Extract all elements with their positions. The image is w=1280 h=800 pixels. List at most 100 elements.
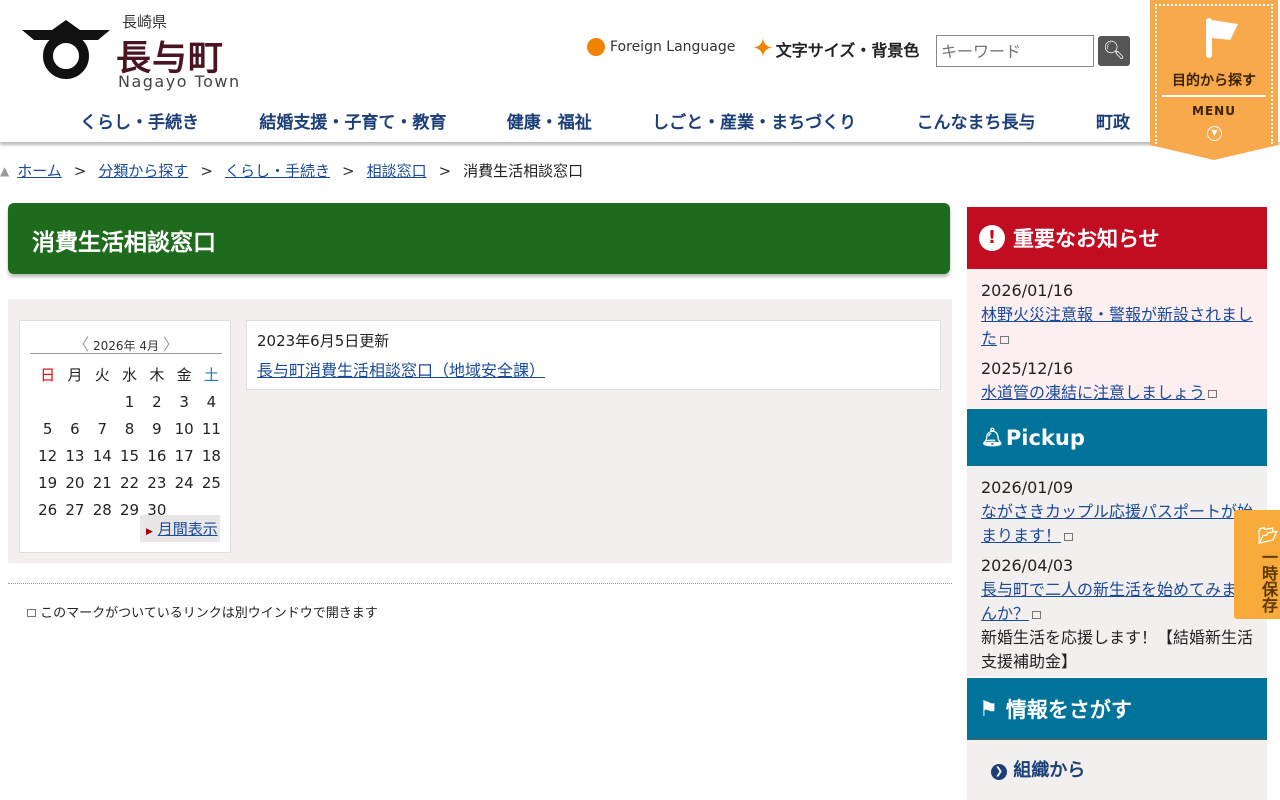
prev-month-button[interactable]: 〈 <box>73 335 89 354</box>
flag-icon <box>1206 18 1212 58</box>
calendar-day[interactable]: 24 <box>170 469 197 496</box>
calendar-day[interactable]: 18 <box>198 442 225 469</box>
find-by-organization-label: 組織から <box>1013 760 1086 781</box>
weekday-header: 月 <box>67 366 83 384</box>
menu-label: MENU <box>1192 104 1236 118</box>
search-button[interactable]: 🔍︎ <box>1098 36 1130 66</box>
calendar-grid: 日月火水木金土 1 2 3 4 5 6 7 8 9 10 11 12 13 14 15 16 17 18 19 20 21… <box>34 361 225 523</box>
calendar-day[interactable]: 26 <box>34 496 61 523</box>
updated-date: 2023年6月5日更新 <box>257 332 390 350</box>
weekday-header: 土 <box>203 366 219 384</box>
calendar-day[interactable]: 21 <box>89 469 116 496</box>
foreign-language-link[interactable]: Foreign Language <box>587 38 735 56</box>
calendar-day[interactable]: 25 <box>198 469 225 496</box>
calendar-day[interactable]: 11 <box>198 415 225 442</box>
external-window-icon <box>27 609 36 617</box>
weekday-header: 木 <box>149 366 165 384</box>
calendar-day[interactable]: 13 <box>61 442 88 469</box>
weekday-header: 水 <box>122 366 138 384</box>
important-header: ! 重要なお知らせ <box>967 207 1267 269</box>
nav-item[interactable]: しごと・産業・まちづくり <box>632 108 876 133</box>
breadcrumb-link[interactable]: くらし・手続き <box>225 160 330 181</box>
notice-date: 2025/12/16 <box>981 359 1074 378</box>
external-window-icon <box>1064 533 1074 541</box>
page-title: 消費生活相談窓口 <box>8 203 950 274</box>
calendar-title: 2026年 4月 <box>93 339 159 353</box>
find-info-section: ⚑ 情報をさがす ❯ 組織から <box>967 678 1267 800</box>
calendar-day[interactable]: 23 <box>143 469 170 496</box>
purpose-menu-button[interactable]: 目的から探す MENU ▼ <box>1150 0 1278 160</box>
calendar-day[interactable]: 28 <box>89 496 116 523</box>
calendar-day[interactable]: 5 <box>34 415 61 442</box>
exclamation-icon: ! <box>979 225 1005 251</box>
next-month-button[interactable]: 〉 <box>163 335 179 354</box>
calendar-day[interactable]: 1 <box>116 388 143 415</box>
calendar-day[interactable]: 9 <box>143 415 170 442</box>
calendar-day[interactable]: 27 <box>61 496 88 523</box>
important-title: 重要なお知らせ <box>1013 227 1160 251</box>
calendar-day[interactable]: 3 <box>170 388 197 415</box>
calendar-day[interactable]: 19 <box>34 469 61 496</box>
nav-item[interactable]: くらし・手続き <box>60 108 219 133</box>
temporary-save-button[interactable]: 📂︎ 一時保存 <box>1234 510 1280 619</box>
font-size-label: 文字サイズ・背景色 <box>775 41 920 60</box>
bell-icon: 🔔︎ <box>981 427 1004 448</box>
calendar-day <box>89 388 116 415</box>
folder-icon: 📂︎ <box>1257 526 1279 545</box>
external-link-note: このマークがついているリンクは別ウインドウで開きます <box>24 602 378 621</box>
breadcrumb-link[interactable]: 分類から探す <box>98 160 188 181</box>
notice-link[interactable]: 林野火災注意報・警報が新設されました <box>981 305 1253 348</box>
calendar: 〈 2026年 4月 〉 日月火水木金土 1 2 3 4 5 6 7 8 9 10 11 12 13 14 1… <box>19 320 231 553</box>
save-tab-label: 一時保存 <box>1259 549 1278 613</box>
chevron-down-icon: ▼ <box>1207 126 1222 141</box>
town-name-en: Nagayo Town <box>118 72 241 91</box>
home-icon: ▲ <box>0 163 10 178</box>
month-view-button[interactable]: ▶ 月間表示 <box>140 515 220 542</box>
pickup-header: 🔔︎ Pickup <box>967 409 1267 466</box>
notice-link[interactable]: 水道管の凍結に注意しましょう <box>981 383 1205 402</box>
calendar-day[interactable]: 15 <box>116 442 143 469</box>
month-view-link[interactable]: 月間表示 <box>158 520 218 538</box>
calendar-day[interactable]: 12 <box>34 442 61 469</box>
calendar-day <box>34 388 61 415</box>
article-link[interactable]: 長与町消費生活相談窓口（地域安全課） <box>257 357 545 381</box>
calendar-day <box>61 388 88 415</box>
breadcrumb-current: 消費生活相談窓口 <box>463 162 584 180</box>
calendar-day[interactable]: 10 <box>170 415 197 442</box>
calendar-day[interactable]: 8 <box>116 415 143 442</box>
calendar-day[interactable]: 7 <box>89 415 116 442</box>
calendar-day[interactable]: 20 <box>61 469 88 496</box>
calendar-day[interactable]: 6 <box>61 415 88 442</box>
calendar-day[interactable]: 16 <box>143 442 170 469</box>
foreign-language-label: Foreign Language <box>610 39 736 55</box>
pickup-link[interactable]: 長与町で二人の新生活を始めてみませんか？ <box>981 580 1253 623</box>
external-window-icon <box>1032 611 1042 619</box>
nav-item[interactable]: 町政 <box>1076 108 1150 133</box>
pickup-description: 新婚生活を応援します！【結婚新生活支援補助金】 <box>981 628 1254 671</box>
breadcrumb-link[interactable]: 相談窓口 <box>367 160 427 181</box>
nav-item[interactable]: 結婚支援・子育て・教育 <box>239 108 466 133</box>
globe-icon <box>587 38 605 56</box>
chevron-right-icon: ❯ <box>991 764 1007 780</box>
pickup-date: 2026/01/09 <box>981 478 1074 497</box>
note-text: このマークがついているリンクは別ウインドウで開きます <box>40 606 378 621</box>
nav-item[interactable]: 健康・福祉 <box>487 108 612 133</box>
calendar-day[interactable]: 22 <box>116 469 143 496</box>
pickup-link[interactable]: ながさきカップル応援パスポートが始まります！ <box>981 502 1253 545</box>
find-info-title: 情報をさがす <box>1005 697 1132 722</box>
prefecture-name: 長崎県 <box>122 13 168 31</box>
calendar-day[interactable]: 14 <box>89 442 116 469</box>
font-size-bg-link[interactable]: ✦ 文字サイズ・背景色 <box>752 34 919 64</box>
calendar-day[interactable]: 4 <box>198 388 225 415</box>
find-by-organization[interactable]: ❯ 組織から <box>967 740 1267 800</box>
external-window-icon <box>1000 336 1010 344</box>
calendar-day[interactable]: 2 <box>143 388 170 415</box>
calendar-day[interactable]: 17 <box>170 442 197 469</box>
pickup-title: Pickup <box>1005 425 1085 450</box>
search-input[interactable] <box>936 35 1094 67</box>
nav-item[interactable]: こんなまち長与 <box>897 108 1056 133</box>
breadcrumb-link[interactable]: ホーム <box>17 160 62 181</box>
town-emblem-logo[interactable] <box>22 18 110 80</box>
weekday-header: 日 <box>40 366 56 384</box>
main-nav: くらし・手続き 結婚支援・子育て・教育 健康・福祉 しごと・産業・まちづくり こ… <box>60 108 1150 133</box>
